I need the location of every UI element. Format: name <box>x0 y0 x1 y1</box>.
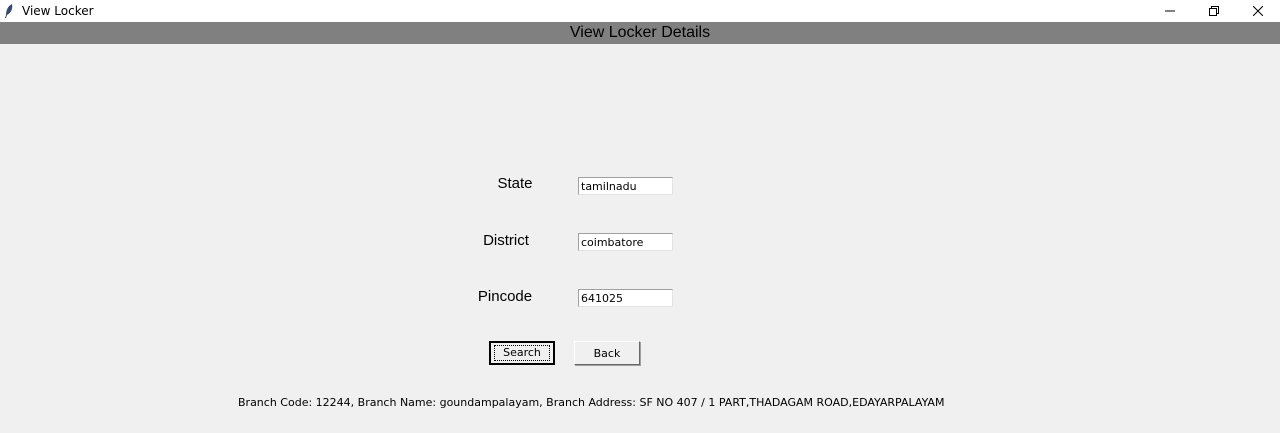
minimize-icon <box>1165 10 1175 12</box>
branch-info-text: Branch Code: 12244, Branch Name: goundam… <box>238 396 945 409</box>
district-label: District <box>483 232 529 249</box>
header-band: View Locker Details <box>0 22 1280 44</box>
back-button-label: Back <box>593 346 621 360</box>
restore-icon <box>1209 6 1219 16</box>
page-title: View Locker Details <box>569 24 711 41</box>
pincode-label: Pincode <box>477 288 533 305</box>
title-bar: View Locker <box>0 0 1280 22</box>
feather-icon <box>5 4 13 18</box>
state-input[interactable] <box>578 177 673 195</box>
district-input[interactable] <box>578 233 673 251</box>
pincode-input[interactable] <box>578 289 673 307</box>
app-window: View Locker View Locker Details State Di… <box>0 0 1280 433</box>
minimize-button[interactable] <box>1148 0 1192 22</box>
close-button[interactable] <box>1236 0 1280 22</box>
search-button[interactable]: Search <box>489 341 555 365</box>
search-button-label: Search <box>494 345 550 361</box>
close-icon <box>1253 6 1263 16</box>
restore-button[interactable] <box>1192 0 1236 22</box>
back-button[interactable]: Back <box>574 341 640 365</box>
state-label: State <box>497 175 533 192</box>
window-title: View Locker <box>22 4 94 18</box>
